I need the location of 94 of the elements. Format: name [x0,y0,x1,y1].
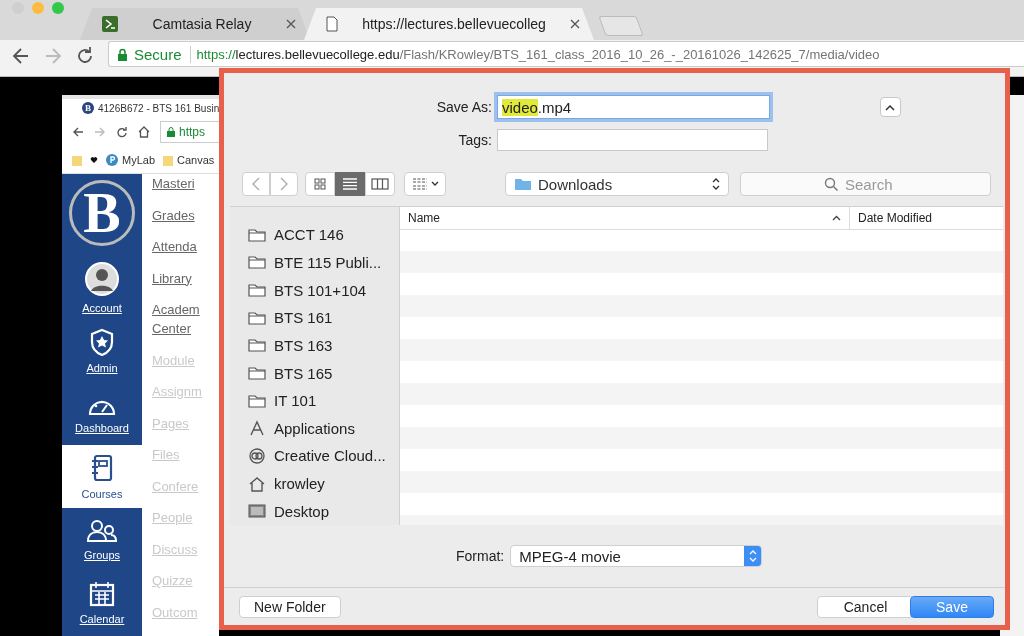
search-icon [824,177,838,191]
address-bar[interactable]: Secure https://lectures.bellevuecollege.edu/Flash/KRowley/BTS_161_class_2016_10_26_-_20161026_142625_7/media/video [108,41,1024,67]
lock-icon [167,127,175,137]
location-popup[interactable]: Downloads [505,172,729,196]
reload-icon [116,126,128,138]
cloud-icon [248,447,266,464]
format-popup[interactable]: MPEG-4 movie [510,545,763,567]
calendar-icon [89,580,115,607]
course-nav-link[interactable]: Library [152,268,219,288]
format-label: Format: [456,548,505,564]
save-as-label: Save As: [435,99,492,115]
folder-icon [248,227,266,242]
global-nav-item[interactable]: Dashboard [62,382,142,445]
updown-icon [712,177,720,191]
sidebar-item[interactable]: Applications [230,414,399,443]
forward-button[interactable] [270,172,298,196]
compass-icon [248,420,266,437]
sort-caret-icon [832,215,841,221]
bookmark[interactable]: MyLab [106,154,156,166]
chevron-right-icon [280,177,288,191]
sidebar-item[interactable]: IT 101 [230,386,399,415]
bookmark[interactable]: Canvas [163,154,215,166]
caret-up-icon [885,103,895,111]
arrange-icon [411,178,428,190]
heart-icon [90,156,98,164]
secure-label: Secure [134,45,191,63]
sidebar-item[interactable]: Desktop [230,497,399,526]
dialog-button[interactable]: New Folder [239,595,341,618]
close-icon [570,19,580,29]
course-nav-link[interactable]: Academ Center [152,300,219,338]
folder-icon [248,366,266,380]
column-header[interactable]: Name [400,207,850,229]
course-nav-link[interactable]: Grades [152,205,219,225]
folder-icon [514,177,532,191]
folder-icon [248,283,266,298]
desktop-icon [248,504,266,519]
chevron-left-icon [252,177,260,191]
folder-icon [248,393,266,408]
course-nav-link[interactable]: Attenda [152,237,219,256]
close-icon [286,19,296,29]
folder-icon [72,154,82,166]
sidebar-item[interactable]: BTS 165 [230,359,399,387]
back-icon [72,126,84,138]
forward-icon [94,126,106,138]
arrange-button[interactable] [404,172,446,196]
folder-icon [248,338,266,353]
sidebar-item[interactable]: krowley [230,469,399,498]
sidebar-item[interactable]: BTS 101+104 [230,276,399,304]
collapse-button[interactable] [879,97,901,117]
avatar-icon [85,261,119,296]
folder-icon [163,154,174,166]
search-field[interactable]: Search [740,172,991,196]
updown-icon [748,549,757,563]
recorded-url: https [179,125,205,139]
global-nav-item[interactable]: Account [62,256,142,319]
tags-field[interactable] [497,129,768,151]
sidebar-item[interactable]: BTS 161 [230,303,399,332]
new-tab-button[interactable] [598,16,644,36]
relay-icon [102,16,118,32]
zoom-button[interactable] [52,2,64,14]
shield-star-icon [89,327,115,356]
lock-icon [117,47,128,61]
sidebar-item[interactable]: BTE 115 Publi... [230,248,399,277]
global-nav-item[interactable]: Admin [62,319,142,382]
filename-field[interactable]: video.mp4 [497,95,770,119]
global-nav-item[interactable]: Courses [62,445,142,508]
browser-tab[interactable]: https://lectures.bellevuecolleg [304,8,594,40]
back-button[interactable] [242,172,270,196]
column-header[interactable]: Date Modified [850,207,933,229]
document-icon [326,16,338,32]
home-icon [138,126,150,138]
minimize-button[interactable] [32,2,44,14]
folder-icon [248,255,266,270]
sidebar-item[interactable]: Creative Cloud... [230,442,399,470]
url-text: https://lectures.bellevuecollege.edu/Flash/KRowley/BTS_161_class_2016_10_26_-_20161026_142625_7/media/video [196,46,880,62]
sidebar-item[interactable]: ACCT 146 [230,221,399,249]
tags-label: Tags: [457,132,492,148]
college-logo: B [69,180,135,246]
sidebar-item[interactable]: BTS 163 [230,331,399,360]
pearson-icon [106,154,118,166]
recorded-tab-title: 4126B672 - BTS 161 Busin [98,102,219,114]
grid-icon [314,178,326,190]
global-nav-item[interactable]: Groups [62,508,142,571]
home-icon [248,475,266,492]
site-logo: B [82,102,94,114]
global-nav-item[interactable]: Calendar [62,571,142,634]
list-icon [342,178,358,190]
columns-icon [371,178,389,190]
course-nav-link[interactable]: Masteri [152,174,219,193]
caret-down-icon [430,181,439,187]
notebook-icon [90,453,114,482]
view-button[interactable] [335,172,365,196]
folder-icon [248,310,266,325]
people-icon [86,518,118,543]
